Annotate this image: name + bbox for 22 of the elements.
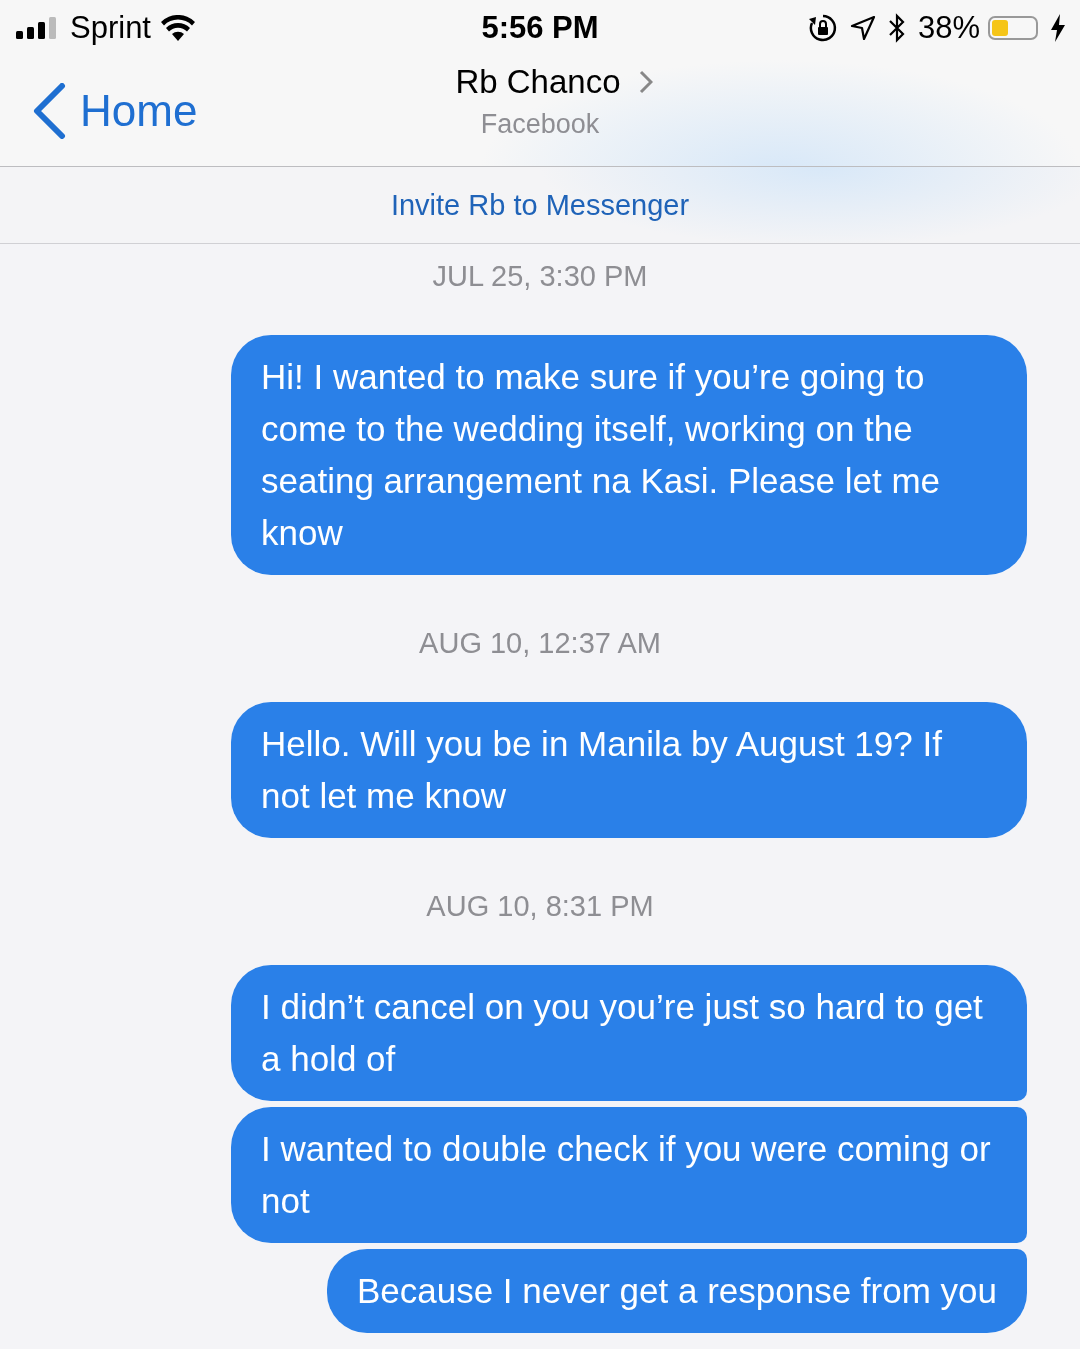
message-bubble: I wanted to double check if you were coming or not xyxy=(231,1107,1027,1243)
battery-percent: 38% xyxy=(917,9,980,46)
bluetooth-icon xyxy=(887,12,906,43)
contact-subtitle: Facebook xyxy=(480,109,600,140)
message-bubble: I didn’t cancel on you you’re just so hard to get a hold of xyxy=(231,965,1027,1101)
invite-link[interactable]: Invite Rb to Messenger xyxy=(390,188,690,222)
carrier-name: Sprint xyxy=(70,9,151,46)
message-timestamp: JUL 25, 3:30 PM xyxy=(431,260,649,293)
location-arrow-icon xyxy=(849,14,876,41)
battery-icon xyxy=(988,15,1038,40)
message-bubble: Hi! I wanted to make sure if you’re going to come to the wedding itself, working on the seating arrangement na Kasi. Please let me know xyxy=(231,335,1027,575)
wifi-icon xyxy=(161,14,195,41)
message-timestamp: AUG 10, 12:37 AM xyxy=(418,627,662,660)
message-timestamp: AUG 10, 8:31 PM xyxy=(425,890,655,923)
message-bubble: Because I never get a response from you xyxy=(326,1249,1027,1333)
status-time: 5:56 PM xyxy=(481,9,599,46)
rotation-lock-icon xyxy=(807,12,838,43)
chevron-left-icon xyxy=(32,82,66,139)
message-bubble: Hello. Will you be in Manila by August 19? If not let me know xyxy=(231,702,1027,838)
contact-name[interactable]: Rb Chanco xyxy=(427,63,653,101)
chevron-right-icon xyxy=(638,70,653,94)
back-button[interactable]: Home xyxy=(32,82,198,139)
